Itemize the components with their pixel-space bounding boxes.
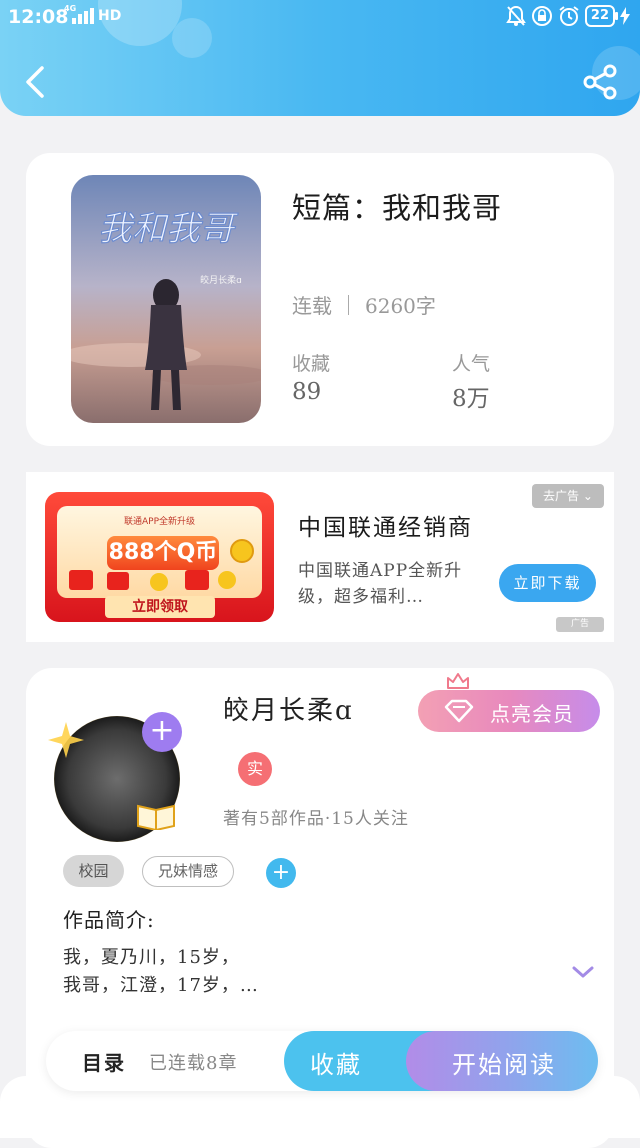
ad-image-headline: 888个Q币 bbox=[107, 536, 219, 570]
red-envelope-icon bbox=[69, 570, 236, 591]
favorites-label: 收藏 bbox=[292, 353, 331, 375]
popularity-label: 人气 bbox=[452, 353, 491, 375]
vip-button-label: 点亮会员 bbox=[490, 702, 574, 726]
share-button[interactable] bbox=[580, 62, 620, 102]
charging-icon bbox=[620, 7, 630, 25]
ad-image-subtitle: 联通APP全新升级 bbox=[123, 517, 195, 527]
cover-title: 我和我哥 bbox=[98, 209, 239, 249]
ad-image-cta[interactable]: 立即领取 bbox=[105, 596, 215, 618]
hd-indicator: HD bbox=[98, 8, 122, 24]
cover-author: 皎月长柔ɑ bbox=[200, 274, 242, 286]
book-title: 短篇：我和我哥 bbox=[292, 191, 503, 225]
remove-ad-button[interactable]: 去广告 ⌄ bbox=[532, 484, 604, 508]
add-tag-button[interactable]: + bbox=[266, 858, 296, 888]
intro-line: 我，夏乃川，15岁， bbox=[63, 947, 240, 968]
avatar-frame: + bbox=[26, 688, 211, 842]
favorite-button-label: 收藏 bbox=[310, 1051, 362, 1079]
bottom-action-bar: 目录 已连载8章 收藏 开始阅读 bbox=[46, 1031, 598, 1091]
book-info-card: 我和我哥 皎月长柔ɑ 短篇：我和我哥 连载 6260字 收藏 89 人气 8万 bbox=[26, 153, 614, 446]
book-icon bbox=[137, 804, 175, 830]
ad-mark-label: 广告 bbox=[570, 619, 589, 629]
author-stats: 著有5部作品·15人关注 bbox=[223, 809, 409, 829]
chapter-count: 已连载8章 bbox=[149, 1053, 238, 1074]
follow-plus-button[interactable]: + bbox=[142, 712, 182, 752]
remove-ad-label: 去广告 bbox=[543, 489, 580, 503]
intro-line: 我哥，江澄，17岁，… bbox=[63, 975, 259, 996]
toc-button[interactable]: 目录 bbox=[82, 1047, 126, 1076]
diamond-icon bbox=[444, 699, 474, 723]
vip-button[interactable]: 点亮会员 bbox=[418, 673, 600, 732]
ad-description: 中国联通APP全新升级，超多福利… bbox=[298, 561, 463, 607]
chevron-down-icon[interactable] bbox=[571, 964, 595, 980]
chevron-left-icon bbox=[26, 66, 44, 98]
divider bbox=[348, 294, 349, 315]
ad-image[interactable]: 联通APP全新升级 888个Q币 立即领取 bbox=[45, 492, 274, 622]
start-reading-label: 开始阅读 bbox=[452, 1051, 556, 1079]
alarm-icon bbox=[559, 6, 579, 26]
battery-indicator: 22 bbox=[584, 5, 619, 27]
header-bar: 12:08 4G HD 22 bbox=[0, 0, 640, 116]
chevron-down-icon: ⌄ bbox=[582, 489, 593, 503]
book-cover[interactable]: 我和我哥 皎月长柔ɑ bbox=[71, 175, 261, 423]
lock-circle-icon bbox=[531, 6, 552, 26]
signal-icon bbox=[72, 8, 94, 24]
word-count: 6260字 bbox=[365, 294, 436, 318]
back-button[interactable] bbox=[20, 62, 52, 102]
tag-sibling-romance[interactable]: 兄妹情感 bbox=[142, 856, 234, 887]
ad-banner[interactable]: 联通APP全新升级 888个Q币 立即领取 中国联通经销商 中国联通APP全新升… bbox=[26, 472, 614, 642]
sparkle-icon bbox=[48, 722, 84, 758]
crown-icon bbox=[447, 673, 469, 689]
ad-download-button[interactable]: 立即下载 bbox=[499, 564, 596, 602]
popularity-count: 8万 bbox=[452, 386, 490, 412]
book-status-row: 连载 6260字 bbox=[292, 290, 436, 319]
share-icon bbox=[583, 64, 617, 100]
cover-illustration: 我和我哥 皎月长柔ɑ bbox=[71, 175, 261, 423]
verified-badge: 实 bbox=[238, 752, 272, 786]
ad-image-panel: 联通APP全新升级 888个Q币 bbox=[57, 506, 262, 598]
intro-text: 我，夏乃川，15岁， 我哥，江澄，17岁，… bbox=[63, 944, 423, 1000]
status-bar: 12:08 4G HD 22 bbox=[0, 0, 640, 34]
author-name[interactable]: 皎月长柔ɑ bbox=[223, 690, 354, 727]
status-time: 12:08 bbox=[8, 6, 69, 28]
favorites-count: 89 bbox=[292, 379, 322, 405]
serial-status: 连载 bbox=[292, 294, 332, 318]
start-reading-button[interactable]: 开始阅读 bbox=[406, 1031, 598, 1091]
ad-mark-badge[interactable]: 广告 bbox=[556, 617, 604, 632]
intro-heading: 作品简介: bbox=[63, 908, 155, 932]
coin-icon bbox=[230, 539, 254, 563]
ad-title: 中国联通经销商 bbox=[298, 515, 473, 541]
tag-campus[interactable]: 校园 bbox=[63, 855, 124, 887]
mute-bell-icon bbox=[506, 5, 526, 26]
